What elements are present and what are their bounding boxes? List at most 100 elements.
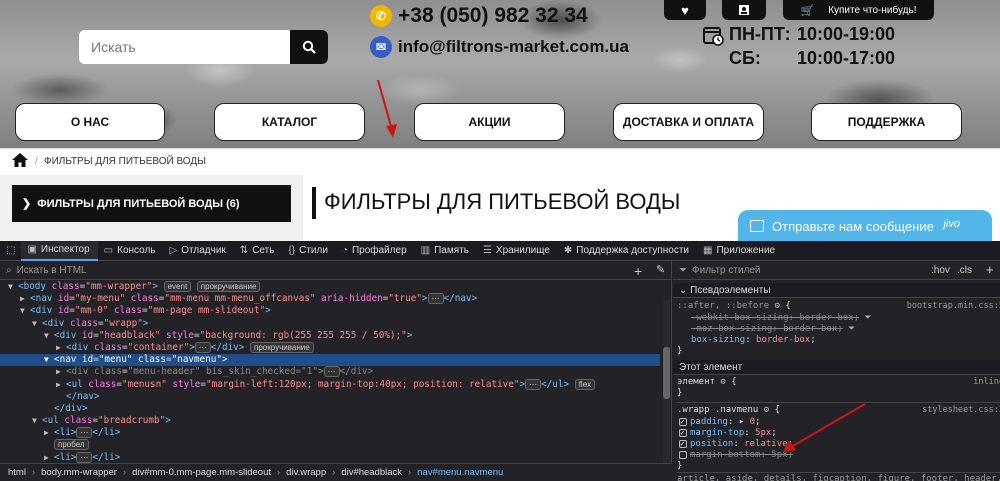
home-icon[interactable] bbox=[12, 153, 28, 167]
tree-node-selected[interactable]: ▼ <nav id="menu" class="navmenu"> bbox=[0, 354, 660, 367]
tab-application[interactable]: ▦ Приложение bbox=[697, 241, 783, 261]
crumb-mm-page[interactable]: div#mm-0.mm-page.mm-slideout bbox=[132, 467, 271, 478]
rule-selector: article, aside, details, figcaption, fig… bbox=[677, 472, 1000, 481]
cart-button[interactable]: 🛒 Купите что-нибудь! bbox=[783, 0, 934, 20]
user-icon bbox=[739, 5, 749, 15]
category-sidebar: ❯ ФИЛЬТРЫ ДЛЯ ПИТЬЕВОЙ ВОДЫ (6) bbox=[0, 175, 303, 241]
tab-memory[interactable]: ▥ Память bbox=[415, 241, 477, 261]
tree-node[interactable]: ▶ <nav id="my-menu" class="mm-menu mm-men… bbox=[0, 293, 660, 305]
phone-contact[interactable]: ✆ +38 (050) 982 32 34 bbox=[370, 4, 588, 28]
checkbox[interactable] bbox=[679, 427, 687, 438]
add-node-button[interactable]: + bbox=[634, 263, 642, 279]
nav-delivery[interactable]: ДОСТАВКА И ОПЛАТА bbox=[613, 103, 764, 141]
css-declaration[interactable]: margin-bottom: 5px; bbox=[679, 450, 793, 461]
css-declaration[interactable]: padding: ▸ 0; bbox=[679, 416, 760, 428]
inspector-icon: ▣ bbox=[27, 244, 37, 255]
phone-number: +38 (050) 982 32 34 bbox=[398, 4, 588, 27]
gear-icon[interactable]: ⚙ bbox=[775, 301, 780, 311]
nav-support[interactable]: ПОДДЕРЖКА bbox=[811, 103, 962, 141]
rule-source[interactable]: bootstrap.min.css:5 bbox=[907, 301, 1000, 312]
annotation-arrow bbox=[783, 403, 866, 452]
checkbox[interactable] bbox=[679, 438, 687, 449]
tab-storage[interactable]: ☰ Хранилище bbox=[477, 241, 558, 261]
hours-days: СБ: bbox=[729, 48, 761, 68]
crumb-wrapp[interactable]: div.wrapp bbox=[286, 467, 326, 478]
tab-styles[interactable]: {} Стили bbox=[282, 241, 336, 261]
markup-scrollbar[interactable] bbox=[663, 301, 670, 463]
rule-selector: ::after, ::before bbox=[677, 301, 770, 311]
tree-node[interactable]: ▶ <ul class="menusn" style="margin-left:1… bbox=[0, 378, 660, 391]
cls-toggle[interactable]: .cls bbox=[957, 265, 972, 276]
filter-icon: ⏷ bbox=[848, 324, 856, 334]
email-contact[interactable]: ✉ info@filtrons-market.com.ua bbox=[370, 36, 629, 58]
tree-node[interactable]: ▶ <li> ⋯ </li> bbox=[0, 427, 660, 439]
wishlist-button[interactable]: ♥ bbox=[664, 0, 706, 20]
tab-console[interactable]: ▭ Консоль bbox=[98, 241, 164, 261]
crumb-headblack[interactable]: div#headblack bbox=[341, 467, 402, 478]
tree-node[interactable]: ▼ <div id="headblack" style="background: … bbox=[0, 330, 660, 342]
breadcrumb: / ФИЛЬТРЫ ДЛЯ ПИТЬЕВОЙ ВОДЫ bbox=[0, 148, 1000, 174]
braces-icon: {} bbox=[288, 245, 296, 256]
chat-widget[interactable]: Отправьте нам сообщение jivo bbox=[738, 210, 992, 242]
gear-icon[interactable]: ⚙ bbox=[764, 405, 769, 415]
tab-profiler[interactable]: ◔ Профайлер bbox=[336, 241, 415, 261]
scrollbar-thumb[interactable] bbox=[663, 347, 670, 399]
tree-node[interactable]: </div> bbox=[0, 403, 660, 415]
category-item[interactable]: ❯ ФИЛЬТРЫ ДЛЯ ПИТЬЕВОЙ ВОДЫ (6) bbox=[12, 185, 291, 222]
crumb-body[interactable]: body.mm-wrapper bbox=[41, 467, 117, 478]
search-box bbox=[79, 30, 328, 64]
tab-debugger[interactable]: ▷ Отладчик bbox=[164, 241, 234, 261]
css-declaration[interactable]: box-sizing: border-box; bbox=[691, 335, 816, 346]
add-rule-button[interactable]: + bbox=[986, 262, 994, 277]
page-title: ФИЛЬТРЫ ДЛЯ ПИТЬЕВОЙ ВОДЫ bbox=[312, 187, 680, 219]
tab-accessibility[interactable]: ✱ Поддержка доступности bbox=[558, 241, 697, 261]
tab-label: Профайлер bbox=[351, 245, 407, 256]
crumb-separator: › bbox=[332, 467, 336, 478]
checkbox[interactable] bbox=[679, 416, 687, 427]
search-button[interactable] bbox=[290, 30, 328, 64]
search-input[interactable] bbox=[79, 30, 290, 64]
chat-icon bbox=[750, 220, 764, 232]
crumb-separator: › bbox=[408, 467, 412, 478]
tab-network[interactable]: ⇅ Сеть bbox=[234, 241, 283, 261]
gear-icon[interactable]: ⚙ bbox=[720, 377, 725, 387]
tree-node[interactable]: ▼ <div class="wrapp"> bbox=[0, 318, 660, 330]
tree-node[interactable]: ▼ <div id="mm-0" class="mm-page mm-slideo… bbox=[0, 305, 660, 317]
tree-node[interactable]: ▶ <div class="menu-header" bis_skin_check… bbox=[0, 366, 660, 378]
rule-source[interactable]: inline bbox=[973, 377, 1000, 388]
memory-icon: ▥ bbox=[420, 245, 431, 256]
working-hours: ПН-ПТ: 10:00-19:00 СБ: 10:00-17:00 bbox=[729, 22, 895, 70]
css-declaration[interactable]: margin-top: 5px; bbox=[679, 427, 777, 439]
checkbox[interactable] bbox=[679, 450, 687, 459]
rule-source[interactable]: stylesheet.css:2 bbox=[922, 405, 1000, 416]
tree-node[interactable]: пробел bbox=[0, 439, 660, 451]
hours-days: ПН-ПТ: bbox=[729, 24, 791, 44]
html-search[interactable]: ⌕ Искать в HTML + ✎ bbox=[0, 261, 671, 280]
tree-node[interactable]: ▼ <body class="mm-wrapper"> event прокруч… bbox=[0, 281, 660, 293]
pick-element-icon[interactable]: ⬚ bbox=[0, 241, 21, 261]
tree-node[interactable]: </nav> bbox=[0, 391, 660, 403]
markup-tree: ▼ <body class="mm-wrapper"> event прокруч… bbox=[0, 281, 660, 463]
eyedropper-icon[interactable]: ✎ bbox=[656, 263, 665, 276]
tree-node[interactable]: ▶ <div class="container"> ⋯ </div> прокручи… bbox=[0, 341, 660, 354]
tab-label: Консоль bbox=[117, 245, 156, 256]
tree-node[interactable]: ▶ <li> ⋯ </li> bbox=[0, 451, 660, 463]
tab-inspector[interactable]: ▣ Инспектор bbox=[21, 240, 98, 261]
nav-promotions[interactable]: АКЦИИ bbox=[414, 103, 565, 141]
crumb-navmenu[interactable]: nav#menu.navmenu bbox=[417, 467, 503, 478]
chat-label: Отправьте нам сообщение bbox=[772, 218, 934, 234]
hov-toggle[interactable]: :hov bbox=[931, 265, 950, 276]
nav-about[interactable]: О НАС bbox=[15, 103, 165, 141]
node-breadcrumbs: html › body.mm-wrapper › div#mm-0.mm-page.… bbox=[0, 463, 672, 481]
pseudo-elements-header[interactable]: ⌄ Псевдоэлементы bbox=[673, 283, 1000, 298]
rule-selector: .wrapp .navmenu bbox=[677, 405, 759, 415]
nav-catalog[interactable]: КАТАЛОГ bbox=[214, 103, 365, 141]
tree-node[interactable]: ▼ <ul class="breadcrumb"> bbox=[0, 415, 660, 427]
css-declaration[interactable]: position: relative; bbox=[679, 438, 793, 450]
css-declaration[interactable]: -moz-box-sizing: border-box; ⏷ bbox=[691, 324, 855, 335]
styles-filter[interactable]: ⏷ Фильтр стилей :hov .cls + bbox=[673, 261, 1000, 280]
css-declaration[interactable]: -webkit-box-sizing: border-box; ⏷ bbox=[691, 313, 872, 324]
account-button[interactable] bbox=[722, 0, 766, 20]
hours-time: 10:00-19:00 bbox=[797, 24, 896, 44]
crumb-html[interactable]: html bbox=[8, 467, 26, 478]
